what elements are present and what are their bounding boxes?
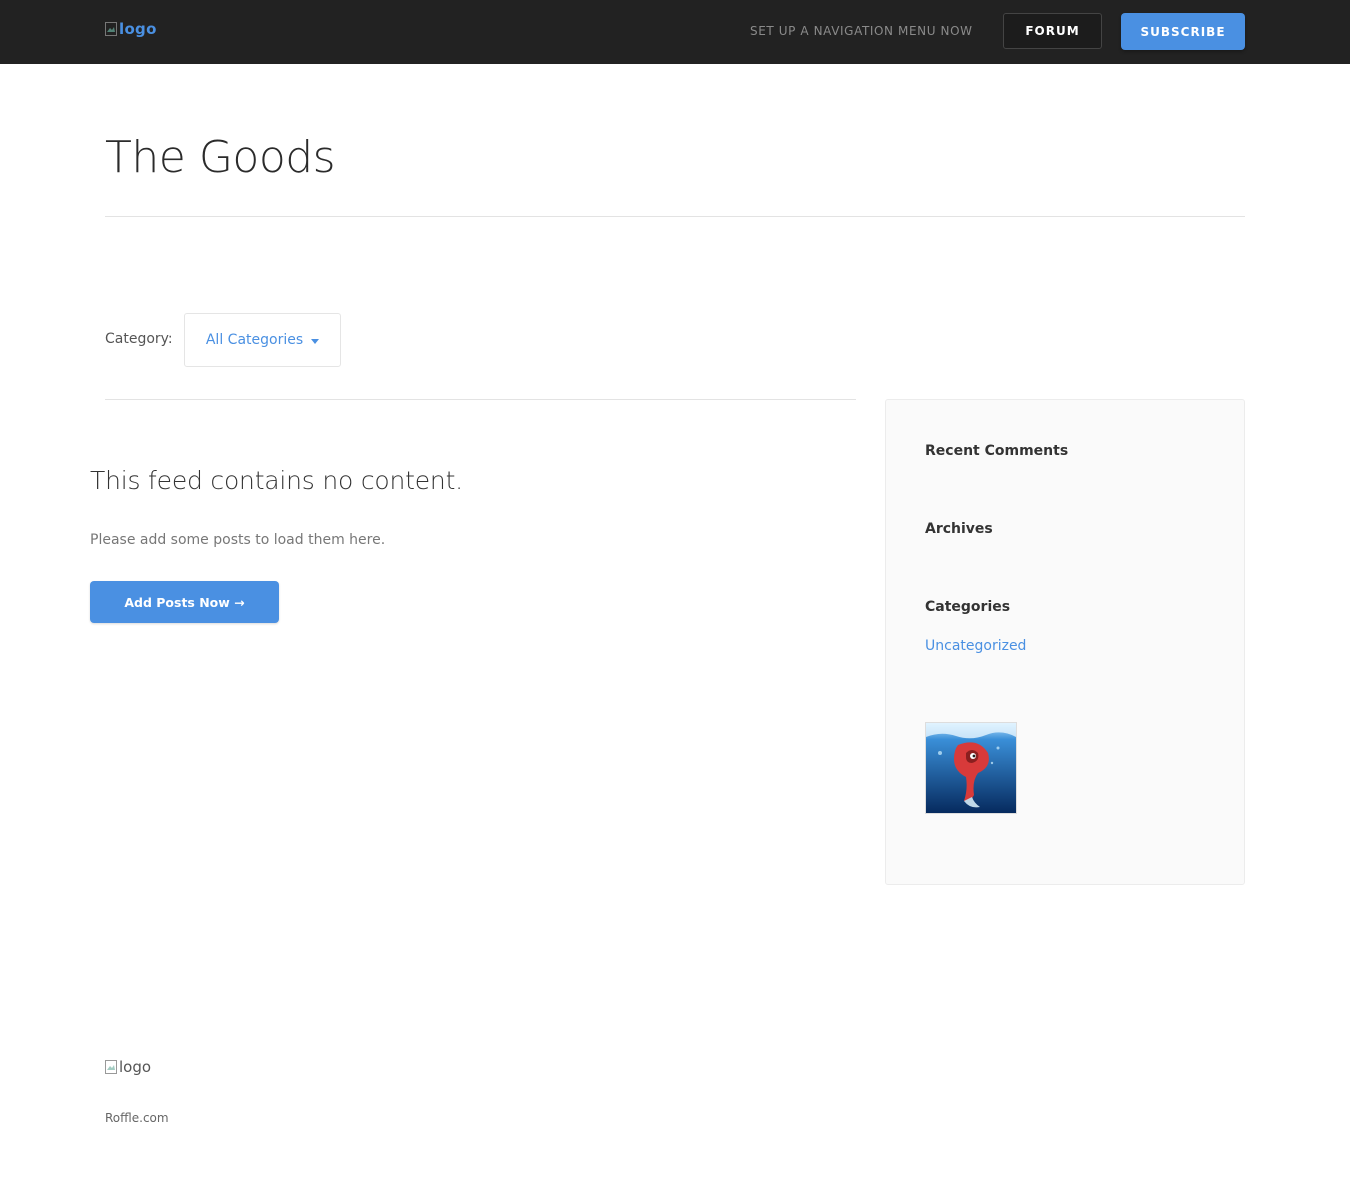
footer-logo-link[interactable]: logo	[105, 1058, 151, 1076]
category-dropdown[interactable]: All Categories	[184, 313, 341, 367]
categories-title: Categories	[925, 599, 1011, 615]
footer-logo-alt-text: logo	[119, 1058, 152, 1076]
page-title: The Goods	[105, 132, 336, 183]
footer-site-name: Roffle.com	[105, 1111, 169, 1125]
broken-image-icon	[105, 22, 117, 36]
nav-setup-link[interactable]: SET UP A NAVIGATION MENU NOW	[750, 24, 973, 38]
category-label: Category:	[105, 331, 173, 347]
sidebar-mascot-image[interactable]	[925, 722, 1017, 814]
empty-feed-heading: This feed contains no content.	[90, 466, 463, 495]
add-posts-button[interactable]: Add Posts Now →	[90, 581, 279, 623]
archives-title: Archives	[925, 521, 993, 537]
forum-button[interactable]: FORUM	[1003, 13, 1102, 49]
title-divider	[105, 216, 1245, 217]
logo-alt-text: logo	[119, 20, 157, 38]
site-header: logo SET UP A NAVIGATION MENU NOW FORUM …	[0, 0, 1350, 64]
broken-image-icon	[105, 1060, 117, 1074]
category-link-uncategorized[interactable]: Uncategorized	[925, 638, 1026, 654]
subscribe-button[interactable]: SUBSCRIBE	[1121, 13, 1245, 50]
recent-comments-title: Recent Comments	[925, 443, 1069, 459]
site-logo-link[interactable]: logo	[105, 20, 157, 38]
caret-down-icon	[311, 338, 320, 344]
category-dropdown-value: All Categories	[205, 332, 304, 348]
empty-feed-message: Please add some posts to load them here.	[90, 532, 386, 548]
sidebar: Recent Comments Archives Categories Unca…	[885, 399, 1245, 885]
content-divider	[105, 399, 856, 400]
